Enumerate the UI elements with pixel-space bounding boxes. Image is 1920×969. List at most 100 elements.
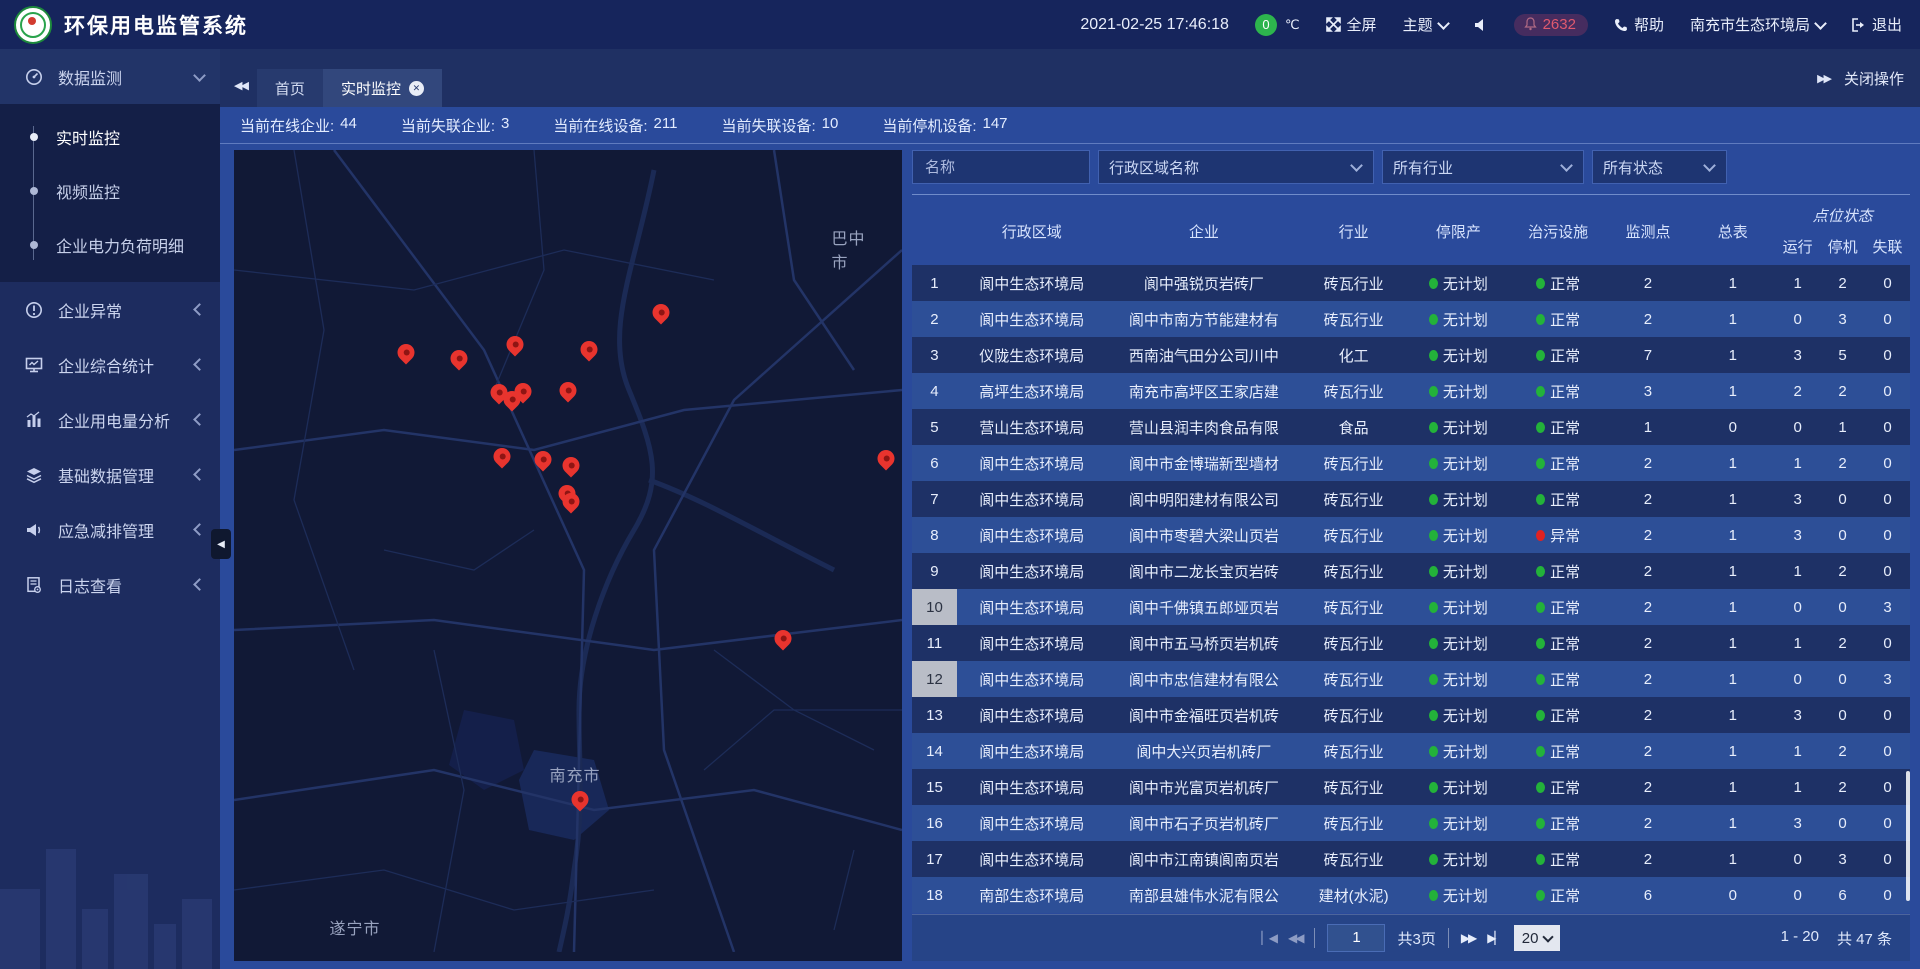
table-row[interactable]: 15阆中生态环境局阆中市光富页岩机砖厂砖瓦行业无计划正常21120 (912, 769, 1910, 805)
cell-region: 营山生态环境局 (957, 409, 1107, 445)
tab-scroll-right-icon[interactable]: ▶▶ (1817, 72, 1830, 85)
range-label: 1 - 20 (1781, 928, 1819, 949)
table-row[interactable]: 6阆中生态环境局阆中市金博瑞新型墙材砖瓦行业无计划正常21120 (912, 445, 1910, 481)
cell-industry: 砖瓦行业 (1301, 373, 1406, 409)
limit-text: 无计划 (1443, 597, 1488, 618)
sidebar-item-4[interactable]: 企业用电量分析 (0, 392, 220, 447)
sidebar-item-label: 日志查看 (58, 573, 181, 597)
cell-running: 3 (1775, 517, 1820, 553)
sidebar-item-1[interactable]: 数据监测 (0, 49, 220, 104)
tab-scroll-left-icon[interactable]: ◀◀ (234, 79, 247, 92)
tab-1[interactable]: 首页 (257, 69, 323, 107)
table-row[interactable]: 4高坪生态环境局南充市高坪区王家店建砖瓦行业无计划正常31220 (912, 373, 1910, 409)
map-city-label: 巴中市 (832, 225, 879, 273)
table-row[interactable]: 8阆中生态环境局阆中市枣碧大梁山页岩砖瓦行业无计划异常21300 (912, 517, 1910, 553)
table-row[interactable]: 9阆中生态环境局阆中市二龙长宝页岩砖砖瓦行业无计划正常21120 (912, 553, 1910, 589)
prev-page-button[interactable]: ◀◀ (1288, 931, 1302, 945)
cell-stopped: 2 (1820, 625, 1865, 661)
row-number: 10 (912, 589, 957, 625)
table-row[interactable]: 3仪陇生态环境局西南油气田分公司川中化工无计划正常71350 (912, 337, 1910, 373)
cell-running: 1 (1775, 625, 1820, 661)
page-number-input[interactable]: 1 (1327, 924, 1385, 952)
cell-points: 2 (1606, 625, 1691, 661)
tab-2[interactable]: 实时监控✕ (323, 69, 442, 107)
sidebar-subitem-3[interactable]: 企业电力负荷明细 (0, 218, 220, 272)
table-row[interactable]: 7阆中生态环境局阆中明阳建材有限公司砖瓦行业无计划正常21300 (912, 481, 1910, 517)
limit-status: 无计划 (1429, 741, 1488, 762)
col-header-limit: 停限产 (1406, 195, 1511, 265)
table-row[interactable]: 13阆中生态环境局阆中市金福旺页岩机砖砖瓦行业无计划正常21300 (912, 697, 1910, 733)
table-scrollbar[interactable] (1906, 771, 1910, 901)
page-size-select[interactable]: 20 (1514, 925, 1561, 951)
table-row[interactable]: 16阆中生态环境局阆中市石子页岩机砖厂砖瓦行业无计划正常21300 (912, 805, 1910, 841)
table-row[interactable]: 1阆中生态环境局阆中强锐页岩砖厂砖瓦行业无计划正常21120 (912, 265, 1910, 301)
sidebar-item-2[interactable]: 企业异常 (0, 282, 220, 337)
cell-facility: 正常 (1511, 445, 1606, 481)
cell-industry: 食品 (1301, 409, 1406, 445)
cell-region: 阆中生态环境局 (957, 481, 1107, 517)
logout-button[interactable]: 退出 (1851, 14, 1902, 35)
cell-index: 18 (912, 877, 957, 913)
sidebar-collapse-handle[interactable]: ◀ (211, 529, 231, 559)
sidebar-item-7[interactable]: 日志查看 (0, 557, 220, 612)
mute-button[interactable] (1474, 18, 1488, 32)
sidebar-item-6[interactable]: 应急减排管理 (0, 502, 220, 557)
table-row[interactable]: 10阆中生态环境局阆中千佛镇五郎垭页岩砖瓦行业无计划正常21003 (912, 589, 1910, 625)
table-row[interactable]: 12阆中生态环境局阆中市忠信建材有限公砖瓦行业无计划正常21003 (912, 661, 1910, 697)
status-dot-green (1429, 674, 1438, 685)
limit-status: 无计划 (1429, 381, 1488, 402)
top-bar: 环保用电监管系统 2021-02-25 17:46:18 0 ℃ 全屏 主题 (0, 0, 1920, 49)
limit-text: 无计划 (1443, 741, 1488, 762)
sidebar-item-3[interactable]: 企业综合统计 (0, 337, 220, 392)
last-page-button[interactable]: ▶▏ (1487, 931, 1501, 945)
cell-points: 2 (1606, 481, 1691, 517)
table-row[interactable]: 2阆中生态环境局阆中市南方节能建材有砖瓦行业无计划正常21030 (912, 301, 1910, 337)
sidebar-subitem-2[interactable]: 视频监控 (0, 164, 220, 218)
cell-limit: 无计划 (1406, 373, 1511, 409)
stat-value: 44 (340, 115, 357, 136)
region-filter-select[interactable]: 行政区域名称 (1098, 150, 1374, 184)
gauge-icon (24, 68, 44, 86)
close-operations-button[interactable]: 关闭操作 (1844, 68, 1904, 89)
cell-company: 阆中千佛镇五郎垭页岩 (1107, 589, 1302, 625)
cell-industry: 砖瓦行业 (1301, 625, 1406, 661)
cell-facility: 正常 (1511, 769, 1606, 805)
table-row[interactable]: 11阆中生态环境局阆中市五马桥页岩机砖砖瓦行业无计划正常21120 (912, 625, 1910, 661)
first-page-button[interactable]: ▏◀ (1262, 931, 1276, 945)
facility-text: 正常 (1550, 777, 1580, 798)
org-menu[interactable]: 南充市生态环境局 (1690, 14, 1825, 35)
status-filter-value: 所有状态 (1603, 157, 1663, 178)
notification-badge[interactable]: 2632 (1514, 14, 1588, 36)
facility-text: 正常 (1550, 741, 1580, 762)
help-button[interactable]: 帮助 (1614, 14, 1664, 35)
cell-company: 阆中明阳建材有限公司 (1107, 481, 1302, 517)
name-filter[interactable] (912, 150, 1090, 184)
cell-meters: 1 (1690, 661, 1775, 697)
close-icon[interactable]: ✕ (409, 81, 424, 96)
name-filter-input[interactable] (923, 158, 1079, 177)
status-filter-select[interactable]: 所有状态 (1592, 150, 1727, 184)
table-row[interactable]: 17阆中生态环境局阆中市江南镇阆南页岩砖瓦行业无计划正常21030 (912, 841, 1910, 877)
status-dot-green (1429, 422, 1438, 433)
enterprise-table-wrap: 行政区域 企业 行业 停限产 治污设施 监测点 总表 点位状态 (912, 194, 1910, 961)
status-dot-green (1429, 278, 1438, 289)
sidebar-item-5[interactable]: 基础数据管理 (0, 447, 220, 502)
cell-company: 阆中市金博瑞新型墙材 (1107, 445, 1302, 481)
limit-text: 无计划 (1443, 885, 1488, 906)
map-panel[interactable]: 巴中市南充市遂宁市 (234, 150, 902, 961)
table-row[interactable]: 14阆中生态环境局阆中大兴页岩机砖厂砖瓦行业无计划正常21120 (912, 733, 1910, 769)
row-number: 14 (912, 733, 957, 769)
next-page-button[interactable]: ▶▶ (1461, 931, 1475, 945)
theme-menu[interactable]: 主题 (1403, 14, 1448, 35)
row-number: 3 (912, 337, 957, 373)
industry-filter-select[interactable]: 所有行业 (1382, 150, 1584, 184)
limit-status: 无计划 (1429, 885, 1488, 906)
cell-company: 阆中市南方节能建材有 (1107, 301, 1302, 337)
table-row[interactable]: 5营山生态环境局营山县润丰肉食品有限食品无计划正常10010 (912, 409, 1910, 445)
sidebar-subitem-1[interactable]: 实时监控 (0, 110, 220, 164)
limit-status: 无计划 (1429, 489, 1488, 510)
chevron-down-icon (1543, 931, 1554, 942)
fullscreen-button[interactable]: 全屏 (1326, 14, 1377, 35)
table-row[interactable]: 18南部生态环境局南部县雄伟水泥有限公建材(水泥)无计划正常60060 (912, 877, 1910, 913)
status-dot-green (1429, 314, 1438, 325)
